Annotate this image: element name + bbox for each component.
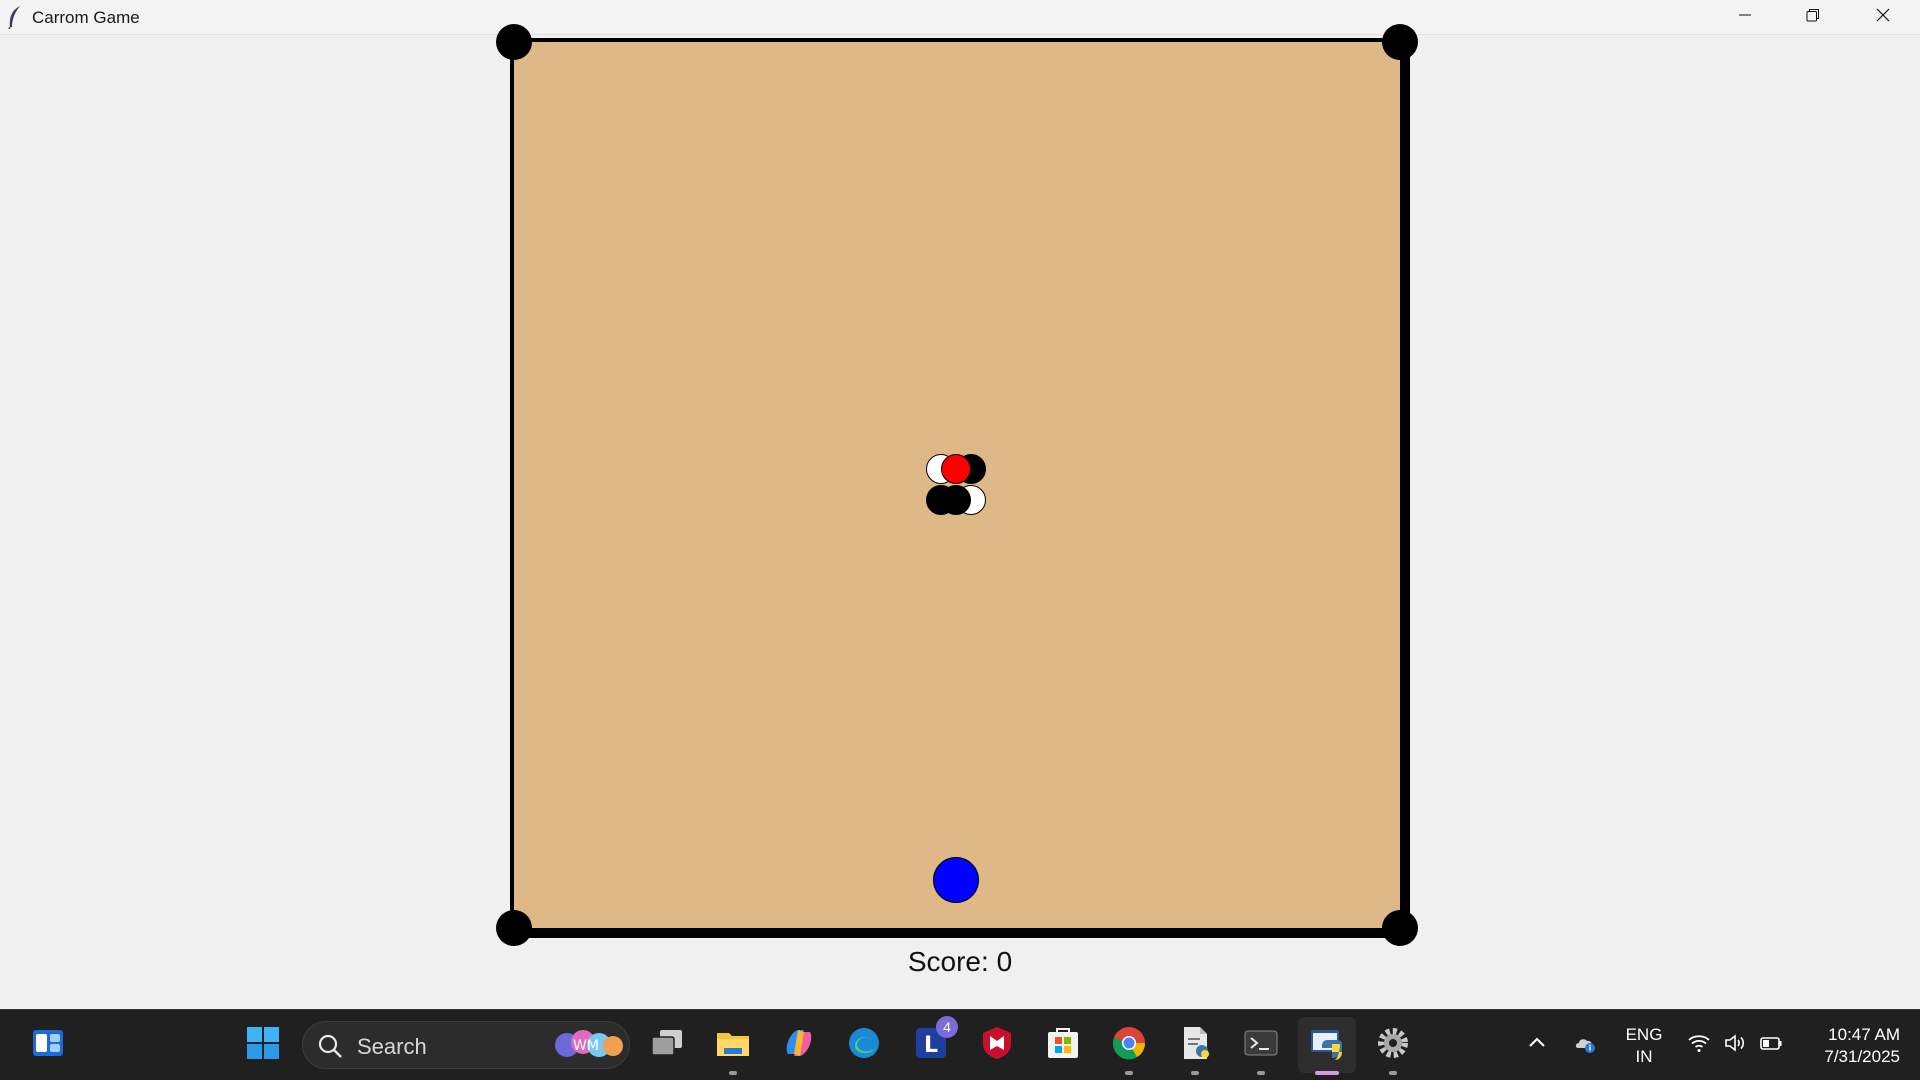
python-button[interactable] [1306,1024,1348,1075]
battery-icon [1759,1031,1783,1060]
notification-badge: 4 [936,1016,958,1038]
close-icon [1875,7,1891,28]
widgets-button[interactable] [27,1024,69,1066]
title-bar[interactable]: Carrom Game [0,0,1920,35]
network-button[interactable] [1686,1032,1712,1058]
chevron-up-icon [1525,1031,1549,1060]
active-indicator [1315,1071,1339,1075]
start-button[interactable] [242,1024,284,1066]
edge-icon [845,1024,883,1067]
carrom-board[interactable] [496,24,1418,946]
python-file-button[interactable] [1174,1024,1216,1075]
svg-text:WM: WM [573,1038,599,1054]
search-placeholder: Search [357,1034,427,1059]
svg-text:L: L [924,1033,938,1058]
restore-icon [1805,7,1821,28]
file-explorer-icon [714,1024,752,1067]
microsoft-store-button[interactable] [1042,1024,1084,1066]
carrom-window: Carrom Game Score: 0 [0,0,1920,1009]
volume-button[interactable] [1722,1032,1748,1058]
clock[interactable]: 10:47 AM 7/31/2025 [1790,1024,1900,1068]
copilot-button[interactable] [778,1024,820,1066]
carrom-board-frame [496,24,1418,946]
cloud-info-icon [1573,1031,1597,1060]
microsoft-store-icon [1044,1024,1082,1067]
edge-button[interactable] [843,1024,885,1066]
show-hidden-icons-button[interactable] [1524,1032,1550,1058]
task-view-icon [648,1024,686,1067]
python-icon [1308,1024,1346,1067]
language-code: ENG [1625,1025,1663,1044]
running-indicator [1125,1071,1133,1075]
search-highlight-icon: WM [553,1028,625,1062]
pocket-top-left [496,24,532,60]
striker[interactable] [933,857,979,903]
running-indicator [1257,1071,1265,1075]
l-app-button[interactable]: L 4 [910,1016,958,1066]
terminal-icon [1242,1024,1280,1067]
running-indicator [1389,1071,1397,1075]
running-indicator [1191,1071,1199,1075]
battery-button[interactable] [1758,1032,1784,1058]
terminal-button[interactable] [1240,1024,1282,1075]
minimize-icon [1737,7,1753,28]
pocket-bottom-left [496,910,532,946]
pocket-bottom-right [1382,910,1418,946]
clock-time: 10:47 AM [1828,1025,1900,1044]
widgets-icon [29,1024,67,1067]
running-indicator [729,1071,737,1075]
close-button[interactable] [1848,0,1918,34]
mcafee-icon [978,1024,1016,1067]
pocket-top-right [1382,24,1418,60]
settings-icon [1374,1024,1412,1067]
feather-icon [6,5,24,30]
python-file-icon [1176,1024,1214,1067]
clock-date: 7/31/2025 [1824,1047,1900,1066]
language-indicator[interactable]: ENG IN [1622,1024,1666,1068]
score-label: Score: 0 [907,946,1013,977]
taskbar: Search WM L 4 ENG IN 10:47 AM 7/31/2025 [0,1009,1920,1080]
chrome-button[interactable] [1108,1024,1150,1075]
wifi-icon [1687,1031,1711,1060]
mcafee-button[interactable] [976,1024,1018,1066]
settings-button[interactable] [1372,1024,1414,1075]
copilot-icon [780,1024,818,1067]
queen-coin[interactable] [941,454,971,484]
task-view-button[interactable] [646,1024,688,1066]
search-icon [317,1033,343,1059]
taskbar-search[interactable]: Search WM [302,1021,630,1069]
language-region: IN [1635,1047,1653,1066]
speaker-icon [1723,1031,1747,1060]
file-explorer-button[interactable] [712,1024,754,1075]
coin-black[interactable] [941,485,971,515]
minimize-button[interactable] [1710,0,1780,34]
start-icon [244,1024,282,1067]
chrome-icon [1110,1024,1148,1067]
onedrive-button[interactable] [1572,1032,1598,1058]
window-title: Carrom Game [32,8,140,27]
restore-button[interactable] [1778,0,1848,34]
